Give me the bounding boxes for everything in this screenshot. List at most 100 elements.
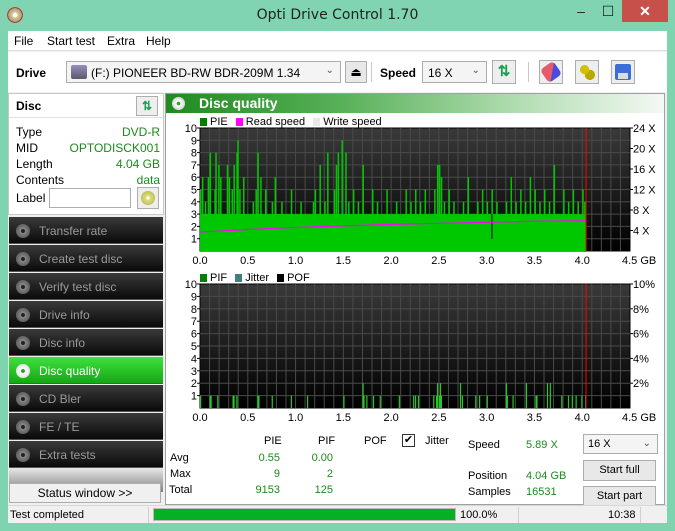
pie-bar (274, 177, 277, 251)
fe-te-icon (16, 420, 30, 434)
pie-bar (440, 177, 443, 251)
eject-button[interactable]: ⏏ (345, 61, 367, 83)
pie-bar (226, 164, 229, 251)
avg-pif-value: 0.00 (311, 452, 333, 464)
x-tick-label: 3.0 (479, 255, 494, 266)
refresh-icon: ⇅ (497, 63, 511, 80)
samples-label: Samples (468, 486, 511, 498)
y2-tick-label: 8 X (633, 205, 650, 217)
pif-bar (571, 395, 573, 408)
menu-file[interactable]: File (14, 34, 33, 48)
start-part-button[interactable]: Start part (583, 486, 656, 507)
pif-bar (413, 395, 415, 408)
pie-bar (424, 189, 427, 251)
pie-bar (295, 214, 298, 251)
x-tick-label: 4.0 (575, 255, 590, 266)
disc-info-row: Type DVD-R (16, 125, 160, 141)
pif-bar (575, 395, 577, 408)
pie-bar (553, 164, 556, 251)
y-tick-label: 3 (191, 209, 197, 221)
pif-bar (506, 395, 508, 408)
pif-bar (436, 383, 439, 408)
disc-refresh-button[interactable]: ⇅ (136, 96, 158, 116)
pif-bar (290, 395, 292, 408)
verify-disc-icon (16, 280, 30, 294)
y-tick-label: 10 (185, 279, 197, 291)
pif-bar (379, 395, 381, 408)
toolbar-separator (528, 62, 529, 82)
menu-help[interactable]: Help (146, 34, 171, 48)
x-tick-label: 2.5 (431, 255, 446, 266)
pie-bar (367, 214, 369, 251)
y-tick-label: 4 (191, 197, 197, 209)
nav-drive-info[interactable]: Drive info (9, 301, 163, 328)
x-tick-label: 1.5 (336, 412, 351, 424)
close-button[interactable]: ✕ (622, 0, 668, 22)
pie-bar (458, 214, 460, 251)
menu-bar: File Start test Extra Help (8, 31, 667, 51)
pie-bar (257, 152, 259, 251)
jitter-checkbox[interactable]: ✔ (402, 434, 415, 447)
chevron-down-icon: ⌄ (325, 65, 334, 76)
pif-bar (461, 395, 464, 408)
refresh-icon: ⇅ (141, 99, 153, 113)
max-pie-value: 9 (273, 468, 280, 480)
refresh-speed-button[interactable]: ⇅ (492, 60, 516, 84)
y-tick-label: 9 (191, 135, 197, 147)
pie-bar (505, 201, 508, 251)
y-tick-label: 3 (191, 366, 197, 378)
disc-header: Disc ⇅ (9, 94, 163, 118)
menu-extra[interactable]: Extra (107, 34, 135, 48)
pie-bar (548, 201, 551, 251)
settings-button[interactable] (575, 60, 599, 84)
pie-bar (515, 201, 517, 251)
nav-create-test-disc[interactable]: Create test disc (9, 245, 163, 272)
pif-bar (343, 395, 345, 408)
menu-start-test[interactable]: Start test (47, 34, 95, 48)
disc-label-input[interactable] (49, 188, 131, 208)
y-tick-label: 6 (191, 329, 197, 341)
nav-disc-info[interactable]: Disc info (9, 329, 163, 356)
pie-bar (395, 201, 398, 251)
nav-transfer-rate[interactable]: Transfer rate (9, 217, 163, 244)
y-tick-label: 4 (191, 353, 197, 365)
x-tick-label: 4.5 GB (622, 412, 656, 424)
pie-bar (264, 189, 267, 251)
nav-fe-te[interactable]: FE / TE (9, 413, 163, 440)
pie-bar (372, 189, 374, 251)
nav-disc-quality[interactable]: Disc quality (9, 357, 163, 384)
speed-select[interactable]: 16 X ⌄ (422, 61, 487, 83)
disc-type-key: Type (16, 125, 43, 139)
pie-bar (239, 189, 241, 251)
pie-bar (215, 152, 217, 251)
pif-bar (271, 395, 273, 408)
nav-label: Verify test disc (39, 280, 117, 294)
pif-chart: PIF Jitter POF 1 2 3 4 5 6 7 8 9 10 2% 4% 6% 8% 10% 0.0… (166, 270, 664, 428)
pie-chart: PIE Read speed Write speed 1 2 3 4 5 6 7 8 9 10 4 … (166, 114, 664, 266)
maximize-button[interactable]: ☐ (593, 0, 623, 22)
toolbar-separator (371, 62, 372, 82)
y2-tick-label: 8% (633, 304, 649, 316)
start-full-button[interactable]: Start full (583, 460, 656, 481)
pie-bar (286, 214, 288, 251)
save-button[interactable] (611, 60, 635, 84)
y-tick-label: 5 (191, 341, 197, 353)
nav-verify-test-disc[interactable]: Verify test disc (9, 273, 163, 300)
nav-extra-tests[interactable]: Extra tests (9, 441, 163, 468)
eject-icon: ⏏ (350, 65, 362, 79)
pie-bar (429, 214, 431, 251)
disc-info-icon (16, 336, 30, 350)
extra-tests-icon (16, 448, 30, 462)
drive-select[interactable]: (F:) PIONEER BD-RW BDR-209M 1.34 ⌄ (66, 61, 341, 83)
x-tick-label: 0.0 (192, 412, 207, 424)
x-tick-label: 4.5 GB (622, 255, 656, 266)
pie-bar (260, 177, 262, 251)
status-window-button[interactable]: Status window >> (9, 483, 161, 503)
minimize-button[interactable]: ‒ (566, 0, 596, 22)
test-speed-select[interactable]: 16 X ⌄ (583, 434, 658, 454)
disc-label-button[interactable] (137, 187, 159, 209)
nav-cd-bler[interactable]: CD Bler (9, 385, 163, 412)
y-tick-label: 8 (191, 304, 197, 316)
erase-button[interactable] (539, 60, 563, 84)
x-tick-label: 0.5 (240, 255, 255, 266)
